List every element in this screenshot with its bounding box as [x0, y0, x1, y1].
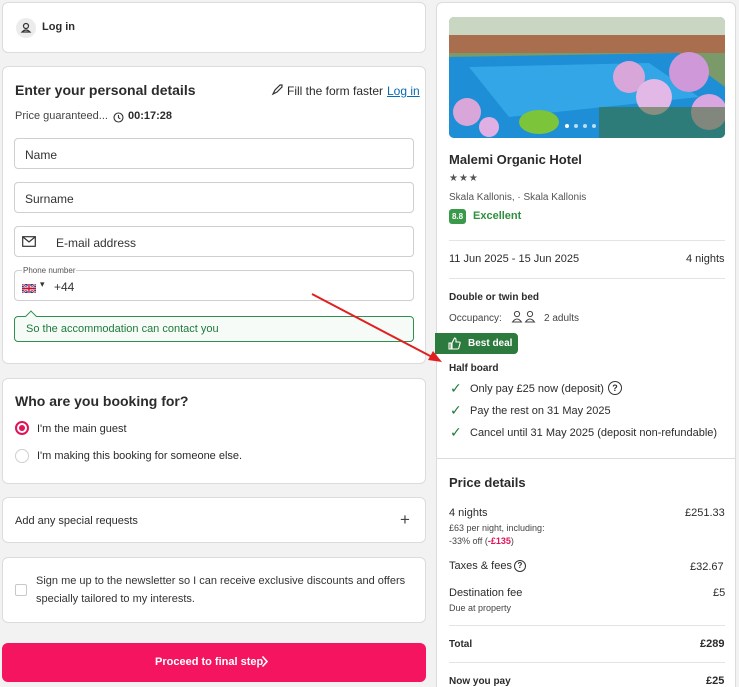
best-deal-label: Best deal [468, 338, 513, 349]
phone-code: +44 [54, 280, 75, 294]
phone-input[interactable]: Phone number ▾ +44 [14, 266, 414, 301]
price-details-title: Price details [449, 475, 526, 490]
destination-fee-amount: £5 [713, 587, 726, 599]
check-icon-2: ✓ [450, 402, 462, 418]
stay-dates: 11 Jun 2025 - 15 Jun 2025 [449, 253, 580, 265]
plus-icon[interactable]: + [400, 510, 410, 530]
proceed-button[interactable]: Proceed to final step [2, 643, 426, 682]
hotel-name: Malemi Organic Hotel [449, 152, 582, 167]
price-nights-label: 4 nights [449, 507, 488, 519]
question-icon[interactable]: ? [608, 381, 622, 395]
check-icon-1: ✓ [450, 380, 462, 396]
name-input[interactable]: Name [14, 138, 414, 169]
proceed-label: Proceed to final step [155, 656, 264, 668]
discount-suffix: ) [510, 536, 514, 546]
newsletter-card: Sign me up to the newsletter so I can re… [2, 557, 426, 623]
room-type: Double or twin bed [449, 292, 539, 303]
country-dropdown-icon[interactable]: ▾ [40, 279, 45, 290]
destination-fee-note: Due at property [449, 603, 512, 613]
newsletter-text: Sign me up to the newsletter so I can re… [36, 575, 406, 605]
perk-pay-rest: Pay the rest on 31 May 2025 [470, 405, 611, 417]
mail-icon [22, 236, 36, 250]
stay-nights: 4 nights [686, 253, 725, 265]
total-label: Total [449, 639, 473, 650]
price-guaranteed-text: Price guaranteed... [15, 110, 108, 122]
now-pay-amount: £25 [706, 675, 725, 687]
divider-total [449, 625, 725, 626]
perk-deposit: Only pay £25 now (deposit) [470, 383, 604, 395]
check-icon-3: ✓ [450, 424, 462, 440]
personal-details-title: Enter your personal details [15, 82, 196, 98]
divider-1 [449, 240, 725, 241]
chevron-right-icon [261, 655, 269, 673]
thumbs-up-icon [448, 337, 461, 355]
contact-hint-arrow [25, 310, 37, 322]
occupancy-value: 2 adults [544, 313, 580, 324]
destination-fee-label: Destination fee [449, 587, 523, 599]
timer: 00:17:28 [128, 110, 173, 122]
radio-someone-else[interactable] [15, 449, 29, 463]
uk-flag-icon [21, 282, 37, 296]
board-type: Half board [449, 363, 499, 374]
price-discount: -33% off (-£135) [449, 536, 514, 546]
price-per-night: £63 per night, including: [449, 523, 545, 533]
radio-main-guest[interactable] [15, 421, 29, 435]
contact-hint-box: So the accommodation can contact you [14, 310, 414, 342]
divider-now [449, 662, 725, 663]
total-amount: £289 [700, 638, 725, 650]
clock-icon [113, 110, 124, 128]
hotel-photo[interactable] [449, 17, 725, 138]
price-nights-amount: £251.33 [685, 507, 725, 519]
special-requests-row[interactable]: Add any special requests + [2, 497, 426, 543]
discount-prefix: -33% off ( [449, 536, 488, 546]
person-icons [511, 310, 537, 328]
booking-for-card: Who are you booking for? I'm the main gu… [2, 378, 426, 484]
login-label[interactable]: Log in [42, 21, 75, 33]
taxes-amount: £32.67 [690, 561, 724, 573]
hotel-photo-image [449, 17, 725, 138]
booking-for-title: Who are you booking for? [15, 393, 189, 409]
login-bar[interactable]: Log in [2, 2, 426, 53]
taxes-help-icon[interactable]: ? [514, 560, 526, 572]
personal-details-card: Enter your personal details Fill the for… [2, 66, 426, 364]
divider-2 [449, 278, 725, 279]
user-icon [16, 18, 36, 38]
fill-faster-text: Fill the form faster [287, 84, 384, 98]
hotel-location: Skala Kallonis, · Skala Kallonis [449, 192, 587, 203]
price-details-card: Price details 4 nights £251.33 £63 per n… [436, 458, 736, 687]
phone-label: Phone number [22, 266, 77, 275]
option-main-guest[interactable]: I'm the main guest [37, 423, 127, 435]
special-requests-label: Add any special requests [15, 515, 138, 527]
summary-card: Malemi Organic Hotel ★★★ Skala Kallonis,… [435, 2, 736, 462]
rocket-icon [271, 83, 284, 101]
surname-placeholder: Surname [25, 192, 74, 206]
now-pay-label: Now you pay [449, 676, 511, 687]
occupancy-label: Occupancy: [449, 313, 502, 324]
rating-text: Excellent [473, 210, 522, 222]
newsletter-checkbox[interactable] [15, 584, 27, 596]
perk-cancel: Cancel until 31 May 2025 (deposit non-re… [470, 427, 718, 439]
hotel-stars: ★★★ [449, 173, 479, 184]
taxes-label: Taxes & fees [449, 560, 512, 572]
option-someone-else[interactable]: I'm making this booking for someone else… [37, 450, 242, 462]
discount-value: -£135 [487, 536, 511, 546]
carousel-dots[interactable] [565, 124, 596, 128]
name-placeholder: Name [25, 148, 58, 162]
email-input[interactable]: E-mail address [14, 226, 414, 257]
login-link[interactable]: Log in [387, 84, 420, 98]
best-deal-badge: Best deal [435, 333, 518, 354]
contact-hint-text: So the accommodation can contact you [26, 323, 219, 335]
score-badge: 8.8 [449, 209, 466, 224]
surname-input[interactable]: Surname [14, 182, 414, 213]
email-placeholder: E-mail address [56, 236, 137, 250]
